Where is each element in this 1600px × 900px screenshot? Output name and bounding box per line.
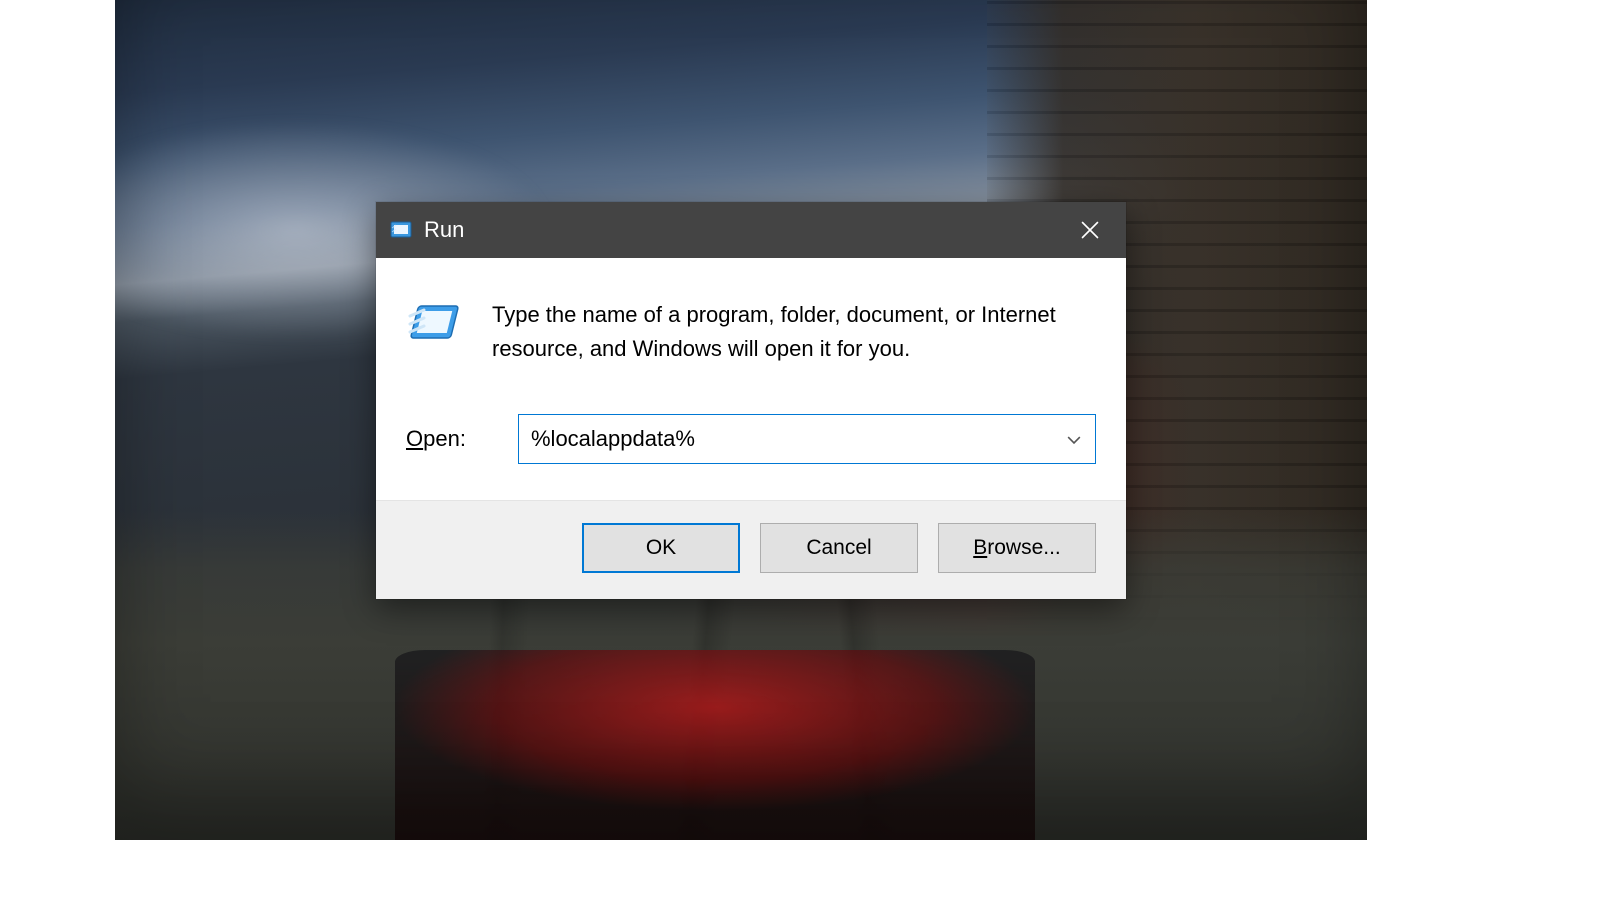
cancel-button[interactable]: Cancel [760,523,918,573]
close-button[interactable] [1054,202,1126,258]
open-combobox[interactable] [518,414,1096,464]
run-dialog: Run Type the name of a program, folder, … [376,202,1126,599]
ok-button[interactable]: OK [582,523,740,573]
wallpaper-water [395,650,1035,840]
open-label: Open: [406,426,492,452]
dialog-footer: OK Cancel Browse... [376,500,1126,599]
dialog-title: Run [424,217,464,243]
dialog-description: Type the name of a program, folder, docu… [492,298,1096,366]
dialog-titlebar[interactable]: Run [376,202,1126,258]
run-app-icon [390,219,412,241]
open-input[interactable] [531,415,1061,463]
chevron-down-icon[interactable] [1067,427,1085,451]
browse-button[interactable]: Browse... [938,523,1096,573]
run-large-icon [406,300,464,350]
dialog-body: Type the name of a program, folder, docu… [376,258,1126,500]
